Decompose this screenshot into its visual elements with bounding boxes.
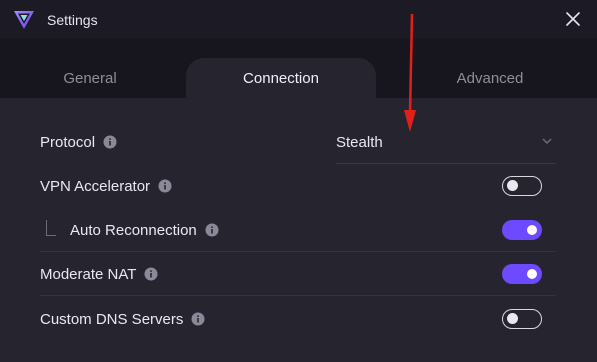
auto-reconnection-label: Auto Reconnection [70,221,197,239]
info-icon[interactable] [205,223,219,237]
custom-dns-label: Custom DNS Servers [40,310,184,328]
app-logo-icon [14,11,34,29]
moderate-nat-label: Moderate NAT [40,265,137,283]
vpn-accelerator-label: VPN Accelerator [40,177,151,195]
toggle-knob [507,313,518,324]
title-bar: Settings [0,0,597,38]
close-icon[interactable] [563,9,583,29]
annotation-arrow [404,14,416,132]
auto-reconnection-row: Auto Reconnection [40,208,556,252]
moderate-nat-row: Moderate NAT [40,252,556,296]
vpn-accelerator-row: VPN Accelerator [40,164,556,208]
tab-bar: General Connection Advanced [0,38,597,98]
tab-connection[interactable]: Connection [186,58,376,98]
info-icon[interactable] [103,135,117,149]
indent-marker [46,220,56,236]
custom-dns-row: Custom DNS Servers [40,297,556,341]
info-icon[interactable] [158,179,172,193]
protocol-select[interactable]: Stealth [336,120,556,164]
protocol-label: Protocol [40,133,96,151]
info-icon[interactable] [144,267,158,281]
info-icon[interactable] [191,312,205,326]
tab-advanced[interactable]: Advanced [390,58,590,98]
custom-dns-toggle[interactable] [502,309,542,329]
toggle-knob [527,225,537,235]
toggle-knob [507,180,518,191]
protocol-row: Protocol Stealth [40,120,556,164]
moderate-nat-toggle[interactable] [502,264,542,284]
connection-settings-panel: Protocol Stealth VPN Accelerator Auto Re… [0,98,597,362]
window-title: Settings [47,12,98,28]
toggle-knob [527,269,537,279]
protocol-value: Stealth [336,133,383,151]
chevron-down-icon [542,138,552,144]
tab-general[interactable]: General [0,58,180,98]
vpn-accelerator-toggle[interactable] [502,176,542,196]
auto-reconnection-toggle[interactable] [502,220,542,240]
